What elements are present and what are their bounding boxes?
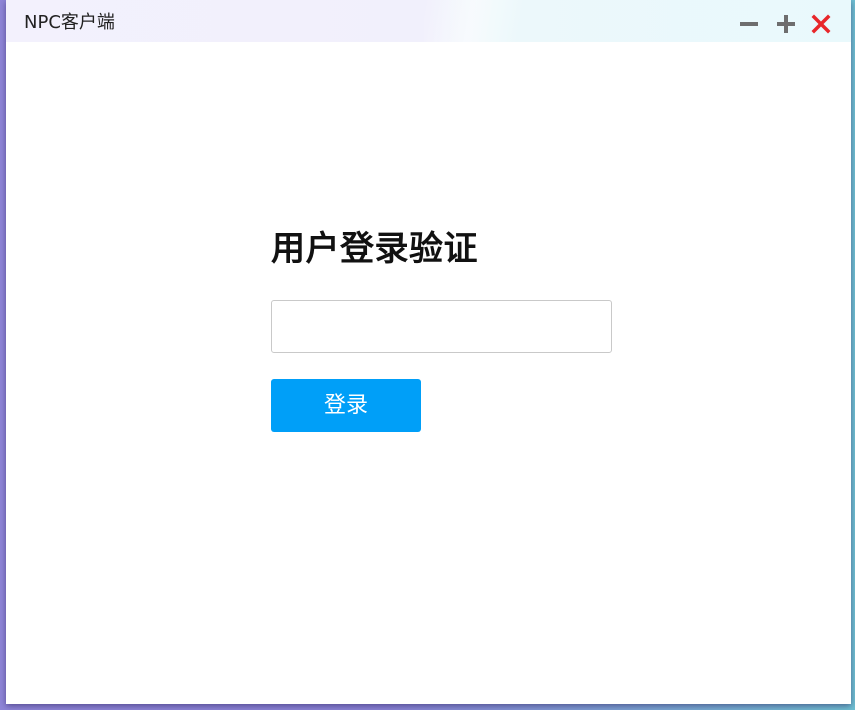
app-window: NPC客户端 用户登录验证 登录	[6, 0, 851, 704]
login-heading: 用户登录验证	[271, 229, 478, 269]
app-title: NPC客户端	[24, 12, 115, 33]
verification-input[interactable]	[271, 300, 612, 353]
close-icon	[811, 14, 831, 34]
plus-icon	[777, 15, 795, 33]
maximize-button[interactable]	[775, 12, 797, 34]
title-bar-highlight	[424, 0, 544, 42]
login-button[interactable]: 登录	[271, 379, 421, 432]
minus-icon	[740, 22, 758, 26]
title-bar[interactable]: NPC客户端	[6, 0, 851, 42]
minimize-button[interactable]	[738, 12, 760, 34]
close-button[interactable]	[810, 12, 832, 34]
